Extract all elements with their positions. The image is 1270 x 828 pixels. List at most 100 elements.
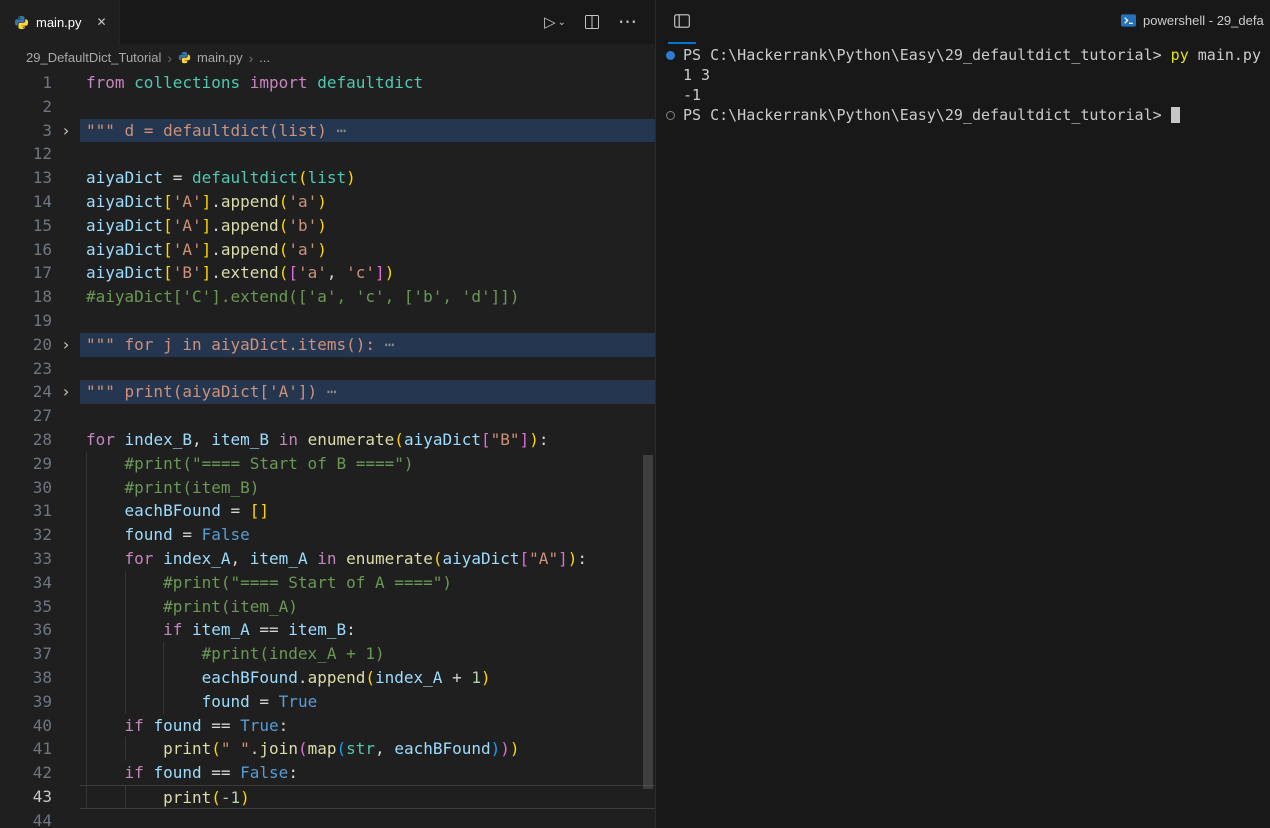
breadcrumb-symbol[interactable]: ...: [259, 50, 270, 65]
run-button[interactable]: ▷ ⌄: [544, 13, 566, 31]
code-line-text[interactable]: [80, 404, 655, 428]
code-line[interactable]: 18 #aiyaDict['C'].extend(['a', 'c', ['b',…: [0, 285, 655, 309]
code-line-text[interactable]: aiyaDict = defaultdict(list): [80, 166, 655, 190]
code-line[interactable]: 3 › """ d = defaultdict(list) ⋯: [0, 118, 655, 143]
more-actions-button[interactable]: ⋯: [618, 11, 637, 34]
code-line[interactable]: 39 found = True: [0, 689, 655, 714]
code-line[interactable]: 17 aiyaDict['B'].extend(['a', 'c']): [0, 261, 655, 285]
code-line-text[interactable]: #print(item_A): [80, 594, 655, 619]
fold-gutter: [52, 737, 80, 761]
command-prompt-decoration-icon[interactable]: [666, 110, 675, 120]
editor-scrollbar[interactable]: [643, 455, 653, 789]
code-line[interactable]: 32 found = False: [0, 523, 655, 547]
code-line[interactable]: 38 eachBFound.append(index_A + 1): [0, 665, 655, 690]
terminal-cursor: [1170, 107, 1180, 123]
code-line[interactable]: 37 #print(index_A + 1): [0, 642, 655, 666]
code-line[interactable]: 36 if item_A == item_B:: [0, 618, 655, 643]
code-line[interactable]: 16 aiyaDict['A'].append('a'): [0, 238, 655, 262]
code-line-text[interactable]: found = False: [80, 523, 655, 547]
line-number: 3: [42, 120, 52, 140]
code-line-text[interactable]: from collections import defaultdict: [80, 71, 655, 95]
indent-guide: [86, 761, 87, 785]
code-line-text[interactable]: [80, 142, 655, 166]
chevron-right-icon: ›: [167, 49, 173, 66]
code-line[interactable]: 35 #print(item_A): [0, 594, 655, 619]
command-executed-decoration-icon[interactable]: [666, 50, 675, 60]
code-line-text[interactable]: #print(item_B): [80, 475, 655, 500]
code-line[interactable]: 24 › """ print(aiyaDict['A']) ⋯: [0, 380, 655, 405]
split-editor-button[interactable]: [584, 14, 600, 30]
fold-gutter: [52, 357, 80, 381]
fold-gutter: [52, 571, 80, 595]
code-line-text[interactable]: if found == True:: [80, 713, 655, 738]
code-line-text[interactable]: #print("==== Start of B ===="): [80, 451, 655, 476]
breadcrumb-folder[interactable]: 29_DefaultDict_Tutorial: [26, 50, 161, 65]
code-line-text[interactable]: [80, 95, 655, 119]
code-line[interactable]: 27: [0, 404, 655, 428]
indent-guide: [163, 642, 165, 666]
code-line-text[interactable]: [80, 309, 655, 333]
indent-guide: [124, 785, 126, 808]
code-line-text[interactable]: [80, 357, 655, 381]
line-number: 27: [32, 406, 52, 426]
code-line[interactable]: 28 for index_B, item_B in enumerate(aiyaD…: [0, 428, 655, 452]
code-line[interactable]: 42 if found == False:: [0, 761, 655, 785]
fold-chevron-icon[interactable]: ›: [52, 119, 80, 143]
code-line[interactable]: 29 #print("==== Start of B ===="): [0, 451, 655, 476]
close-icon[interactable]: ✕: [97, 15, 107, 29]
code-line-text[interactable]: """ print(aiyaDict['A']) ⋯: [80, 380, 655, 405]
code-line[interactable]: 41 print(" ".join(map(str, eachBFound))): [0, 737, 655, 762]
terminal-body[interactable]: PS C:\Hackerrank\Python\Easy\29_defaultd…: [656, 44, 1270, 125]
code-line-text[interactable]: if item_A == item_B:: [80, 618, 655, 643]
code-line[interactable]: 44: [0, 809, 655, 828]
code-line[interactable]: 23: [0, 357, 655, 381]
gutter: 13: [0, 166, 80, 190]
code-line[interactable]: 14 aiyaDict['A'].append('a'): [0, 190, 655, 214]
terminal-line: PS C:\Hackerrank\Python\Easy\29_defaultd…: [666, 105, 1270, 125]
code-line[interactable]: 1 from collections import defaultdict: [0, 71, 655, 95]
code-line-text[interactable]: aiyaDict['A'].append('a'): [80, 238, 655, 262]
fold-chevron-icon[interactable]: ›: [52, 380, 80, 404]
code-line[interactable]: 19: [0, 309, 655, 333]
terminal-panel-tab[interactable]: [668, 0, 696, 44]
tab-main-py[interactable]: main.py ✕: [0, 0, 120, 44]
code-line-text[interactable]: #aiyaDict['C'].extend(['a', 'c', ['b', '…: [80, 285, 655, 309]
indent-guide: [86, 737, 87, 762]
fold-gutter: [52, 190, 80, 214]
terminal-text: py: [1170, 46, 1189, 64]
gutter: 36: [0, 618, 80, 642]
code-line[interactable]: 15 aiyaDict['A'].append('b'): [0, 214, 655, 238]
code-line-text[interactable]: found = True: [80, 689, 655, 714]
code-line[interactable]: 30 #print(item_B): [0, 475, 655, 500]
code-line-text[interactable]: """ d = defaultdict(list) ⋯: [80, 118, 655, 143]
line-number: 30: [32, 477, 52, 497]
code-line[interactable]: 20 › """ for j in aiyaDict.items(): ⋯: [0, 332, 655, 357]
code-line[interactable]: 34 #print("==== Start of A ===="): [0, 570, 655, 595]
code-line-text[interactable]: print(" ".join(map(str, eachBFound))): [80, 737, 655, 762]
code-line-text[interactable]: aiyaDict['A'].append('a'): [80, 190, 655, 214]
code-line[interactable]: 33 for index_A, item_A in enumerate(aiya…: [0, 546, 655, 571]
code-line-text[interactable]: for index_A, item_A in enumerate(aiyaDic…: [80, 546, 655, 571]
code-line-text[interactable]: [80, 809, 655, 828]
editor-pane: main.py ✕ ▷ ⌄ ⋯ 29_DefaultDict_Tutorial ›: [0, 0, 656, 828]
fold-chevron-icon[interactable]: ›: [52, 333, 80, 357]
line-number: 42: [32, 763, 52, 783]
code-line-text[interactable]: if found == False:: [80, 761, 655, 785]
code-line-text[interactable]: aiyaDict['B'].extend(['a', 'c']): [80, 261, 655, 285]
code-line[interactable]: 12: [0, 142, 655, 166]
code-line[interactable]: 13 aiyaDict = defaultdict(list): [0, 166, 655, 190]
code-line-text[interactable]: #print("==== Start of A ===="): [80, 570, 655, 595]
code-line-text[interactable]: #print(index_A + 1): [80, 642, 655, 666]
code-line[interactable]: 31 eachBFound = []: [0, 499, 655, 524]
fold-gutter: [52, 499, 80, 523]
code-line-text[interactable]: for index_B, item_B in enumerate(aiyaDic…: [80, 428, 655, 452]
code-line-text[interactable]: """ for j in aiyaDict.items(): ⋯: [80, 332, 655, 357]
code-line-text[interactable]: eachBFound.append(index_A + 1): [80, 665, 655, 690]
code-line[interactable]: 40 if found == True:: [0, 713, 655, 738]
code-line-text[interactable]: print(-1): [80, 784, 655, 809]
code-line-text[interactable]: aiyaDict['A'].append('b'): [80, 214, 655, 238]
breadcrumb-file[interactable]: main.py: [197, 50, 243, 65]
code-line[interactable]: 43 print(-1): [0, 784, 655, 809]
code-line-text[interactable]: eachBFound = []: [80, 499, 655, 524]
code-line[interactable]: 2: [0, 95, 655, 119]
